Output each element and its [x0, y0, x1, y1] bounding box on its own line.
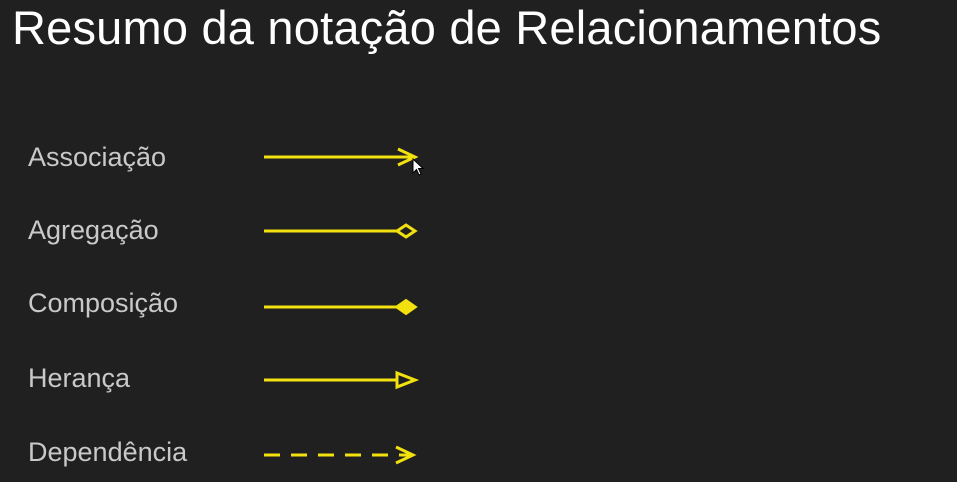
label-dependency: Dependência — [28, 437, 188, 467]
label-composition: Composição — [28, 288, 179, 318]
label-association: Associação — [28, 142, 167, 172]
aggregation-diamond-icon — [264, 223, 418, 239]
association-arrow-icon — [264, 147, 419, 167]
slide: Resumo da notação de Relacionamentos Ass… — [0, 0, 957, 482]
label-aggregation: Agregação — [28, 215, 159, 245]
slide-title: Resumo da notação de Relacionamentos — [12, 1, 882, 54]
label-inheritance: Herança — [28, 363, 131, 393]
mouse-cursor-icon — [412, 158, 424, 176]
composition-diamond-icon — [264, 298, 418, 316]
dependency-arrow-icon — [264, 445, 417, 465]
inheritance-triangle-icon — [264, 370, 420, 390]
